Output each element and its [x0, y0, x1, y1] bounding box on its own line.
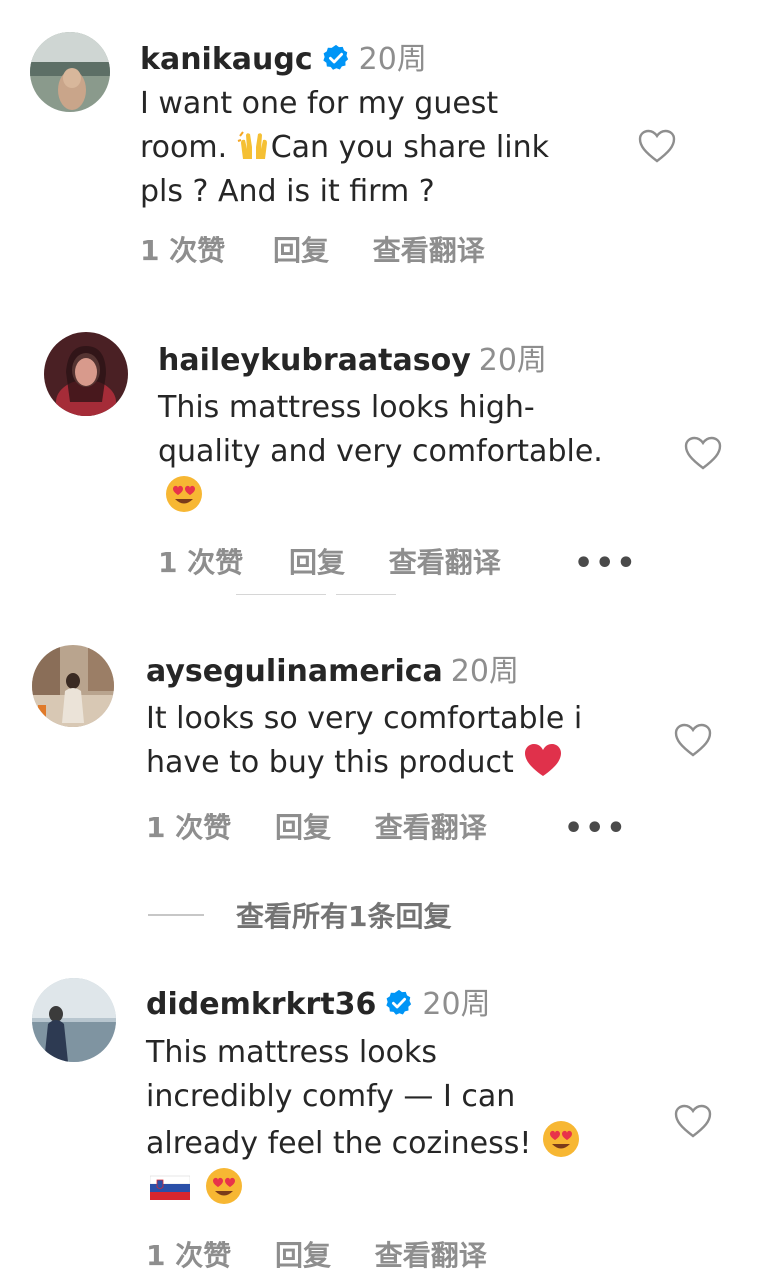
avatar[interactable]	[30, 32, 110, 112]
comment-line: quality and very comfortable.	[158, 434, 603, 469]
likes-count[interactable]: 1 次赞	[158, 545, 243, 581]
comment-header: kanikaugc 20周	[140, 40, 427, 80]
timestamp: 20周	[422, 987, 491, 1022]
reply-button[interactable]: 回复	[275, 1238, 331, 1274]
more-options-button[interactable]: •••	[564, 811, 628, 846]
heart-eyes-emoji-icon	[206, 1168, 242, 1204]
view-replies-label: 查看所有1条回复	[236, 900, 452, 933]
like-heart-icon[interactable]	[673, 1103, 713, 1139]
translate-button[interactable]: 查看翻译	[375, 810, 487, 846]
comment-line: This mattress looks high-	[158, 390, 535, 425]
verified-badge-icon	[386, 989, 412, 1015]
timestamp: 20周	[450, 654, 519, 689]
translate-button[interactable]: 查看翻译	[389, 545, 501, 581]
red-heart-emoji-icon	[525, 744, 562, 776]
comment-text: It looks so very comfortable i have to b…	[146, 697, 582, 785]
divider	[148, 914, 204, 916]
reply-button[interactable]: 回复	[275, 810, 331, 846]
comment-text: This mattress looks incredibly comfy — I…	[146, 1031, 581, 1213]
comment-header: aysegulinamerica 20周	[146, 652, 519, 692]
comment-line: already feel the coziness!	[146, 1119, 581, 1166]
heart-eyes-emoji-icon	[542, 1121, 579, 1157]
comment-line: incredibly comfy — I can	[146, 1079, 516, 1114]
comment-line: pls ? And is it firm ?	[140, 174, 435, 209]
comment-text: I want one for my guest room. Can you sh…	[140, 82, 549, 214]
comment-actions: 1 次赞 回复 查看翻译	[146, 810, 487, 846]
likes-count[interactable]: 1 次赞	[146, 810, 231, 846]
comment-header: haileykubraatasoy 20周	[158, 341, 547, 381]
like-heart-icon[interactable]	[683, 435, 723, 471]
like-heart-icon[interactable]	[637, 128, 677, 164]
username[interactable]: didemkrkrt36	[146, 987, 376, 1022]
comment-line: I want one for my guest	[140, 86, 499, 121]
likes-count[interactable]: 1 次赞	[140, 233, 225, 269]
comment-header: didemkrkrt36 20周	[146, 985, 491, 1025]
like-heart-icon[interactable]	[673, 722, 713, 758]
comment-line: have to buy this product	[146, 741, 582, 785]
more-options-button[interactable]: •••	[574, 546, 638, 581]
reply-button[interactable]: 回复	[273, 233, 329, 269]
avatar[interactable]	[32, 645, 114, 727]
reply-button[interactable]: 回复	[289, 545, 345, 581]
timestamp: 20周	[358, 42, 427, 77]
comment-text: This mattress looks high- quality and ve…	[158, 386, 603, 521]
heart-eyes-emoji-icon	[166, 476, 202, 512]
comment-line: This mattress looks	[146, 1035, 437, 1070]
comment-actions: 1 次赞 回复 查看翻译	[146, 1238, 487, 1274]
verified-badge-icon	[323, 44, 348, 70]
divider	[236, 587, 486, 595]
username[interactable]: kanikaugc	[140, 42, 313, 77]
comment-actions: 1 次赞 回复 查看翻译	[158, 545, 501, 581]
raising-hands-emoji-icon	[237, 131, 267, 159]
username[interactable]: aysegulinamerica	[146, 654, 443, 689]
comment-item: kanikaugc 20周 I want one for my guest roo…	[0, 0, 757, 290]
comment-actions: 1 次赞 回复 查看翻译	[140, 233, 485, 269]
comment-line: room. Can you share link	[140, 130, 549, 165]
avatar[interactable]	[44, 332, 128, 416]
comment-line	[146, 1166, 581, 1213]
avatar[interactable]	[32, 978, 116, 1062]
slovenia-flag-emoji-icon	[150, 1175, 190, 1200]
username[interactable]: haileykubraatasoy	[158, 343, 471, 378]
view-replies-button[interactable]: 查看所有1条回复	[148, 895, 451, 935]
timestamp: 20周	[478, 343, 547, 378]
translate-button[interactable]: 查看翻译	[373, 233, 485, 269]
comment-line	[158, 474, 603, 521]
comment-line: It looks so very comfortable i	[146, 701, 583, 736]
likes-count[interactable]: 1 次赞	[146, 1238, 231, 1274]
translate-button[interactable]: 查看翻译	[375, 1238, 487, 1274]
